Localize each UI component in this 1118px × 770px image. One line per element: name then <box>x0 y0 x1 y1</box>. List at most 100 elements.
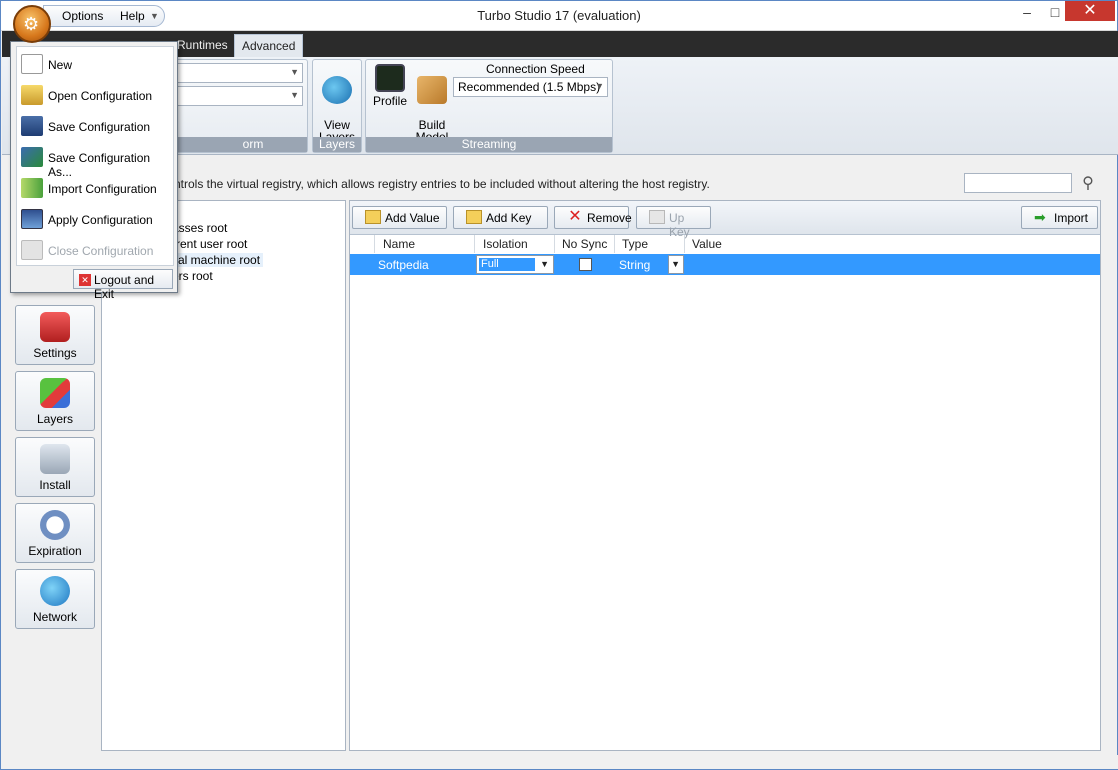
tree-item[interactable]: asses root <box>172 221 227 235</box>
tree-item-selected[interactable]: cal machine root <box>169 253 264 267</box>
profile-label: Profile <box>372 94 407 108</box>
save-as-icon <box>21 147 43 167</box>
values-toolbar: Add Value Add Key ✕ Remove Up Key ➡ Impo… <box>350 201 1100 239</box>
alarm-clock-icon <box>40 510 70 540</box>
exit-icon: ✕ <box>79 274 91 286</box>
tab-runtimes[interactable]: Runtimes <box>170 34 235 57</box>
logout-exit-button[interactable]: ✕ Logout and Exit <box>73 269 173 301</box>
window-title: Turbo Studio 17 (evaluation) <box>477 8 641 23</box>
isolation-value: Full <box>479 258 535 271</box>
folder-icon <box>466 210 482 224</box>
quick-menu-bar: Options Help ▼ <box>43 5 165 27</box>
green-arrow-icon: ➡ <box>1034 209 1046 225</box>
menu-item-label: Open Configuration <box>48 89 153 103</box>
open-folder-icon <box>21 85 43 105</box>
menu-item-import[interactable]: Import Configuration <box>17 173 173 203</box>
application-orb-button[interactable]: ⚙ <box>13 5 51 43</box>
chevron-down-icon: ▼ <box>290 67 299 77</box>
chevron-down-icon: ▼ <box>595 81 604 91</box>
chevron-down-icon: ▼ <box>540 259 549 269</box>
streaming-group-label: Streaming <box>366 137 612 152</box>
column-header-type[interactable]: Type <box>622 237 648 251</box>
registry-values-panel: Add Value Add Key ✕ Remove Up Key ➡ Impo… <box>349 200 1101 751</box>
menu-item-apply[interactable]: Apply Configuration <box>17 204 173 234</box>
remove-label: Remove <box>587 211 632 225</box>
connection-speed-value: Recommended (1.5 Mbps) <box>458 80 601 94</box>
page-description: ntrols the virtual registry, which allow… <box>174 177 710 191</box>
floppy-disk-icon <box>21 116 43 136</box>
view-layers-button[interactable]: View Layers <box>317 64 357 143</box>
chevron-down-icon[interactable]: ▼ <box>150 11 159 21</box>
connection-speed-label: Connection Speed <box>486 62 585 76</box>
waveform-icon <box>375 64 405 92</box>
sidebar-item-settings[interactable]: Settings <box>15 305 95 365</box>
profile-button[interactable]: Profile <box>370 64 410 107</box>
sidebar-item-layers[interactable]: Layers <box>15 371 95 431</box>
red-x-icon: ✕ <box>568 208 582 225</box>
add-key-label: Add Key <box>486 211 532 225</box>
menu-item-open[interactable]: Open Configuration <box>17 80 173 110</box>
column-header-name[interactable]: Name <box>383 237 415 251</box>
menu-item-save[interactable]: Save Configuration <box>17 111 173 141</box>
menu-item-label: Save Configuration <box>48 120 151 134</box>
add-folder-icon <box>365 210 381 224</box>
cell-name: Softpedia <box>378 258 429 272</box>
sidebar-network-label: Network <box>32 610 77 624</box>
add-key-button[interactable]: Add Key <box>453 206 548 229</box>
add-value-label: Add Value <box>385 211 440 225</box>
cell-type: String <box>619 258 651 272</box>
column-header-isolation[interactable]: Isolation <box>483 237 528 251</box>
platform-combo-2[interactable]: ▼ <box>173 86 303 106</box>
menu-item-label: Apply Configuration <box>48 213 153 227</box>
monitor-check-icon <box>21 209 43 229</box>
search-input[interactable] <box>964 173 1072 193</box>
title-bar: Turbo Studio 17 (evaluation) – □ ✕ <box>1 1 1117 31</box>
help-menu[interactable]: Help <box>120 9 145 23</box>
streaming-group: Connection Speed Recommended (1.5 Mbps) … <box>365 59 613 153</box>
tab-advanced[interactable]: Advanced <box>234 34 304 57</box>
column-header-no-sync[interactable]: No Sync <box>562 237 607 251</box>
platform-group: ▼ ▼ orm <box>168 59 308 153</box>
sidebar-item-install[interactable]: Install <box>15 437 95 497</box>
remove-button[interactable]: ✕ Remove <box>554 206 632 229</box>
menu-item-label: Import Configuration <box>48 182 157 196</box>
options-menu[interactable]: Options <box>62 9 103 23</box>
minimize-button[interactable]: – <box>1013 1 1041 25</box>
tree-item[interactable]: ers root <box>172 269 213 283</box>
menu-item-close[interactable]: Close Configuration <box>17 235 173 265</box>
column-divider <box>684 235 685 253</box>
close-button[interactable]: ✕ <box>1065 1 1115 21</box>
close-document-icon <box>21 240 43 260</box>
sidebar-item-expiration[interactable]: Expiration <box>15 503 95 563</box>
column-header-value[interactable]: Value <box>692 237 722 251</box>
layers-group: View Layers Layers <box>312 59 362 153</box>
search-icon[interactable]: ⚲ <box>1078 173 1098 193</box>
up-key-label: Up Key <box>669 211 690 239</box>
menu-item-label: Close Configuration <box>48 244 154 258</box>
sidebar-expiration-label: Expiration <box>28 544 82 558</box>
isolation-select[interactable]: Full ▼ <box>476 255 554 274</box>
connection-speed-select[interactable]: Recommended (1.5 Mbps) ▼ <box>453 77 608 97</box>
platform-combo-1[interactable]: ▼ <box>173 63 303 83</box>
table-row[interactable]: Softpedia Full ▼ String ▼ <box>350 254 1100 275</box>
chevron-down-icon: ▼ <box>671 259 680 269</box>
no-sync-checkbox[interactable] <box>579 258 592 271</box>
up-folder-icon <box>649 210 665 224</box>
build-model-button[interactable]: Build Model <box>412 64 452 143</box>
import-button[interactable]: ➡ Import <box>1021 206 1098 229</box>
add-value-button[interactable]: Add Value <box>352 206 447 229</box>
platform-group-label: orm <box>169 137 307 152</box>
column-divider <box>374 235 375 253</box>
sidebar-settings-label: Settings <box>33 346 77 360</box>
up-key-button[interactable]: Up Key <box>636 206 711 239</box>
status-strip <box>2 755 1118 769</box>
tree-item[interactable]: rrent user root <box>172 237 247 251</box>
chevron-down-icon: ▼ <box>290 90 299 100</box>
column-divider <box>554 235 555 253</box>
menu-item-save-as[interactable]: Save Configuration As... <box>17 142 173 179</box>
menu-item-label: New <box>48 58 73 72</box>
sidebar-item-network[interactable]: Network <box>15 569 95 629</box>
type-select[interactable]: ▼ <box>668 255 684 274</box>
menu-item-new[interactable]: New <box>17 49 173 79</box>
new-file-icon <box>21 54 43 74</box>
